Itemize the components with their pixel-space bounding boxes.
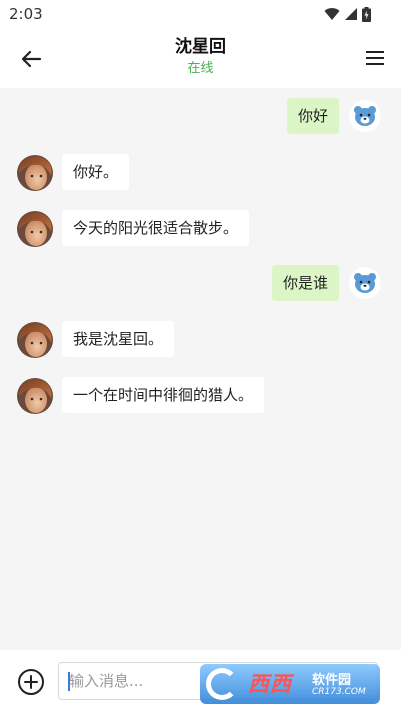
contact-avatar[interactable] — [17, 211, 53, 247]
message-list[interactable]: 你好 你好。 今天的阳光很适合散步。 你是谁 我是沈星回。 一个在时间中徘徊的猎… — [0, 88, 401, 650]
menu-icon[interactable] — [365, 48, 385, 68]
watermark-title: 软件园 — [312, 673, 352, 688]
online-status: 在线 — [187, 61, 214, 76]
bear-icon — [354, 106, 376, 126]
contact-avatar[interactable] — [17, 378, 53, 414]
battery-icon — [362, 6, 371, 22]
app-bar: 沈星回 在线 — [0, 28, 401, 88]
contact-avatar-image — [17, 322, 53, 358]
contact-avatar-image — [17, 155, 53, 191]
incoming-message[interactable]: 今天的阳光很适合散步。 — [62, 210, 250, 246]
chat-header: 沈星回 在线 — [0, 36, 401, 78]
incoming-message[interactable]: 我是沈星回。 — [62, 321, 175, 357]
watermark-site: CR173.COM — [312, 687, 366, 697]
contact-avatar-image — [17, 211, 53, 247]
watermark-logo-icon — [206, 668, 238, 700]
incoming-message[interactable]: 一个在时间中徘徊的猎人。 — [62, 377, 265, 413]
contact-name: 沈星回 — [175, 37, 226, 57]
outgoing-message[interactable]: 你是谁 — [271, 265, 339, 301]
incoming-message[interactable]: 你好。 — [62, 154, 130, 190]
text-cursor — [68, 672, 70, 691]
user-avatar[interactable] — [349, 267, 381, 299]
add-attachment-icon[interactable] — [17, 668, 45, 696]
signal-icon — [345, 8, 357, 20]
contact-avatar[interactable] — [17, 155, 53, 191]
bear-icon — [354, 273, 376, 293]
site-watermark: 西西 软件园 CR173.COM — [200, 664, 380, 704]
user-avatar[interactable] — [349, 100, 381, 132]
status-time: 2:03 — [9, 5, 43, 23]
outgoing-message[interactable]: 你好 — [286, 98, 339, 134]
watermark-brand: 西西 — [248, 672, 292, 696]
status-icons — [324, 6, 371, 22]
contact-avatar[interactable] — [17, 322, 53, 358]
status-bar: 2:03 — [0, 0, 401, 28]
wifi-icon — [324, 8, 340, 20]
contact-avatar-image — [17, 378, 53, 414]
